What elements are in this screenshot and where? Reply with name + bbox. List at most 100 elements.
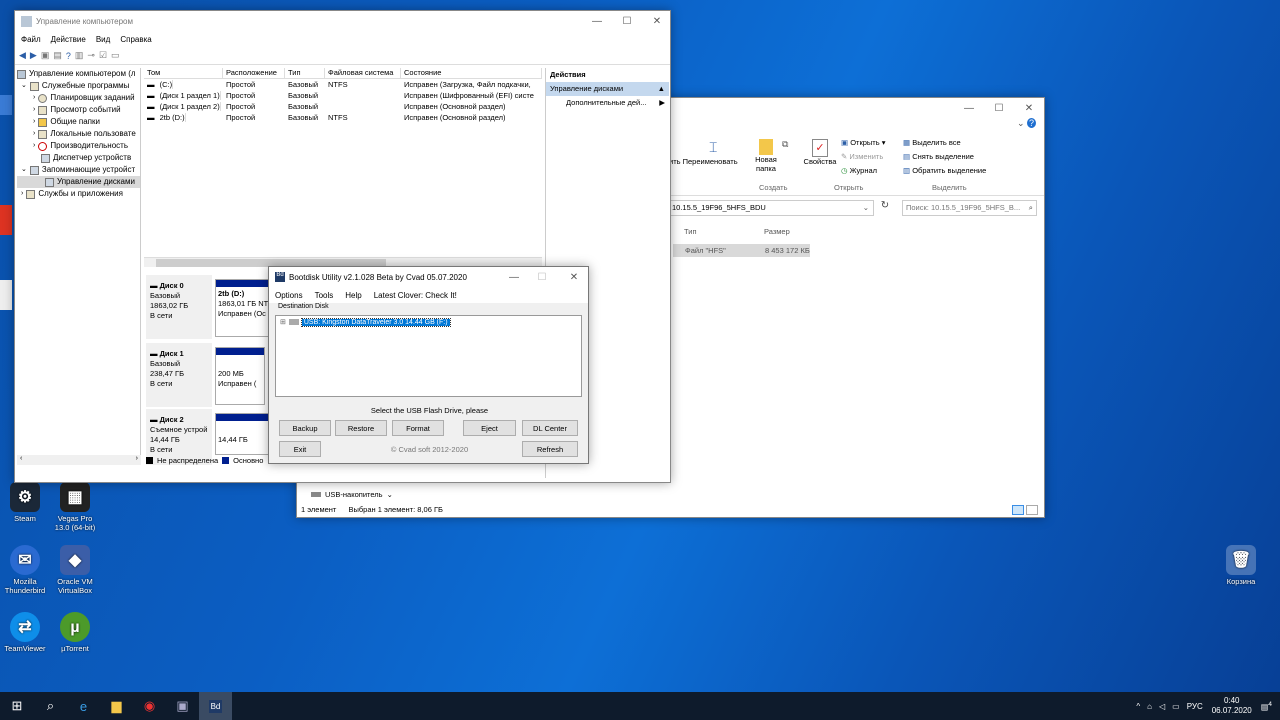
minimize-button[interactable]: — [582, 11, 612, 31]
invert-selection-button[interactable]: ▥ Обратить выделение [903, 164, 986, 178]
minimize-button[interactable]: — [499, 267, 529, 287]
partition-efi[interactable]: 200 МБ Исправен ( [215, 347, 265, 405]
disk-1-label[interactable]: ▬ Диск 1 Базовый 238,47 ГБ В сети [146, 343, 212, 407]
eject-button[interactable]: Eject [463, 420, 516, 436]
menu-options[interactable]: Options [275, 291, 303, 300]
rename-group[interactable]: ⌶ ить Переименовать [669, 139, 759, 175]
disk-0-label[interactable]: ▬ Диск 0 Базовый 1863,02 ГБ В сети [146, 275, 212, 339]
format-button[interactable]: Format [392, 420, 444, 436]
help-icon[interactable]: ? [1027, 118, 1037, 128]
tiles-view-icon[interactable] [1026, 505, 1038, 515]
partial-desktop-icon[interactable] [0, 95, 12, 115]
show-tree-icon[interactable]: ▤ [53, 50, 62, 61]
select-all-button[interactable]: ▦ Выделить все [903, 136, 986, 150]
table-row[interactable]: ▬ (Диск 1 раздел 1) Простой Базовый Испр… [144, 90, 542, 101]
partition-usb[interactable]: 14,44 ГБ [215, 413, 275, 455]
vegas-desktop-icon[interactable]: ▦ Vegas Pro 13.0 (64-bit) [54, 482, 96, 532]
column-header-volume[interactable]: Том [144, 68, 223, 78]
menu-help[interactable]: Help [345, 291, 361, 300]
tree-item-storage[interactable]: ⌄ Запоминающие устройст [17, 164, 140, 176]
table-row[interactable]: ▬ 2tb (D:) Простой Базовый NTFS Исправен… [144, 112, 542, 123]
menu-latest-clover[interactable]: Latest Clover: Check It! [374, 291, 457, 300]
history-button[interactable]: ◷ Журнал [841, 164, 886, 178]
tree-item-shared-folders[interactable]: › Общие папки [17, 116, 140, 128]
file-row[interactable]: Файл "HFS" 8 453 172 КБ [673, 244, 810, 257]
disk-list-item[interactable]: ⊞ USB: Kingston DataTraveler 3.0 14.44 G… [276, 316, 581, 328]
nav-item-usb[interactable]: USB-накопитель ⌄ [311, 490, 393, 499]
close-button[interactable]: ✕ [642, 11, 672, 31]
search-input[interactable]: Поиск: 10.15.5_19F96_5HFS_B... ⌕ [902, 200, 1037, 216]
properties-icon[interactable]: ▭ [111, 50, 120, 61]
volume-icon[interactable]: ◁ [1159, 702, 1165, 711]
network-icon[interactable]: ⌂ [1147, 702, 1152, 711]
new-folder-button[interactable]: Новая папка [751, 139, 781, 181]
tree-item-event-viewer[interactable]: › Просмотр событий [17, 104, 140, 116]
up-icon[interactable]: ▣ [41, 50, 50, 61]
teamviewer-desktop-icon[interactable]: ⇄ TeamViewer [4, 612, 46, 653]
virtualbox-desktop-icon[interactable]: ◆ Oracle VM VirtualBox [54, 545, 96, 595]
column-header-filesystem[interactable]: Файловая система [325, 68, 401, 78]
more-actions-item[interactable]: Дополнительные дей... ▶ [546, 96, 669, 109]
taskbar-chrome[interactable]: ◉ [133, 692, 166, 720]
utorrent-desktop-icon[interactable]: µ µTorrent [54, 612, 96, 653]
address-bar[interactable]: 10.15.5_19F96_5HFS_BDU ⌄ [669, 200, 874, 216]
column-header-status[interactable]: Состояние [401, 68, 542, 78]
column-header-type[interactable]: Тип [684, 227, 697, 236]
refresh-icon[interactable]: ↻ [877, 200, 893, 216]
properties-button[interactable]: ✓ Свойства [802, 139, 838, 181]
forward-icon[interactable]: ▶ [30, 50, 37, 61]
new-item-icon[interactable]: ⧉ [782, 139, 794, 175]
taskbar-edge[interactable]: e [67, 692, 100, 720]
maximize-button[interactable]: ☐ [984, 98, 1014, 118]
backup-button[interactable]: Backup [279, 420, 331, 436]
menu-tools[interactable]: Tools [315, 291, 334, 300]
maximize-button[interactable]: ☐ [612, 11, 642, 31]
partition-d[interactable]: 2tb (D:) 1863,01 ГБ NT Исправен (Ос [215, 279, 275, 337]
chevron-down-icon[interactable]: ⌄ [863, 201, 869, 215]
open-button[interactable]: ▣ Открыть ▾ [841, 136, 886, 150]
disk-list[interactable]: ⊞ USB: Kingston DataTraveler 3.0 14.44 G… [275, 315, 582, 397]
usb-eject-icon[interactable]: ▭ [1172, 702, 1180, 711]
search-button[interactable]: ⌕ [34, 692, 67, 720]
connect-icon[interactable]: ⊸ [87, 50, 95, 61]
column-header-size[interactable]: Размер [764, 227, 790, 236]
taskbar-bootdisk[interactable]: Bd [199, 692, 232, 720]
tree-item-local-users[interactable]: › Локальные пользовате [17, 128, 140, 140]
thunderbird-desktop-icon[interactable]: ✉ Mozilla Thunderbird [4, 545, 46, 595]
actions-section-header[interactable]: Управление дисками ▲ [546, 82, 669, 96]
menu-view[interactable]: Вид [96, 35, 110, 44]
tree-horizontal-scrollbar[interactable]: ‹ › [17, 455, 141, 465]
restore-button[interactable]: Restore [335, 420, 387, 436]
chevron-up-icon[interactable]: ^ [1136, 702, 1140, 711]
tree-item-root[interactable]: Управление компьютером (л [17, 68, 140, 80]
details-view-icon[interactable] [1012, 505, 1024, 515]
select-none-button[interactable]: ▤ Снять выделение [903, 150, 986, 164]
tree-item-services[interactable]: › Службы и приложения [17, 188, 140, 200]
help-icon[interactable]: ? [66, 51, 71, 61]
checklist-icon[interactable]: ☑ [99, 50, 107, 61]
table-row[interactable]: ▬ (C:) Простой Базовый NTFS Исправен (За… [144, 79, 542, 90]
maximize-button[interactable]: ☐ [527, 267, 557, 287]
refresh-button[interactable]: Refresh [522, 441, 578, 457]
partial-desktop-icon[interactable] [0, 205, 12, 235]
edit-button[interactable]: ✎ Изменить [841, 150, 886, 164]
partial-desktop-icon[interactable] [0, 280, 12, 310]
table-row[interactable]: ▬ (Диск 1 раздел 2) Простой Базовый Испр… [144, 101, 542, 112]
ribbon-collapse-icon[interactable]: ⌄ ? [1017, 118, 1041, 132]
taskbar-explorer[interactable]: ▆ [100, 692, 133, 720]
close-button[interactable]: ✕ [1014, 98, 1044, 118]
menu-help[interactable]: Справка [120, 35, 151, 44]
tree-item-device-manager[interactable]: Диспетчер устройств [17, 152, 140, 164]
recycle-bin-desktop-icon[interactable]: 🗑 Корзина [1220, 545, 1262, 586]
expand-icon[interactable]: ⊞ [280, 318, 286, 326]
tree-item-performance[interactable]: › Производительность [17, 140, 140, 152]
minimize-button[interactable]: — [954, 98, 984, 118]
back-icon[interactable]: ◀ [19, 50, 26, 61]
tree-item-system-tools[interactable]: ⌄ Служебные программы [17, 80, 140, 92]
column-header-layout[interactable]: Расположение [223, 68, 285, 78]
view-icon[interactable]: ▥ [75, 50, 84, 61]
language-indicator[interactable]: РУС [1187, 702, 1203, 711]
start-button[interactable]: ⊞ [0, 692, 34, 720]
notifications-button[interactable]: ▤4 [1261, 701, 1272, 712]
tree-item-disk-management[interactable]: Управление дисками [17, 176, 140, 188]
